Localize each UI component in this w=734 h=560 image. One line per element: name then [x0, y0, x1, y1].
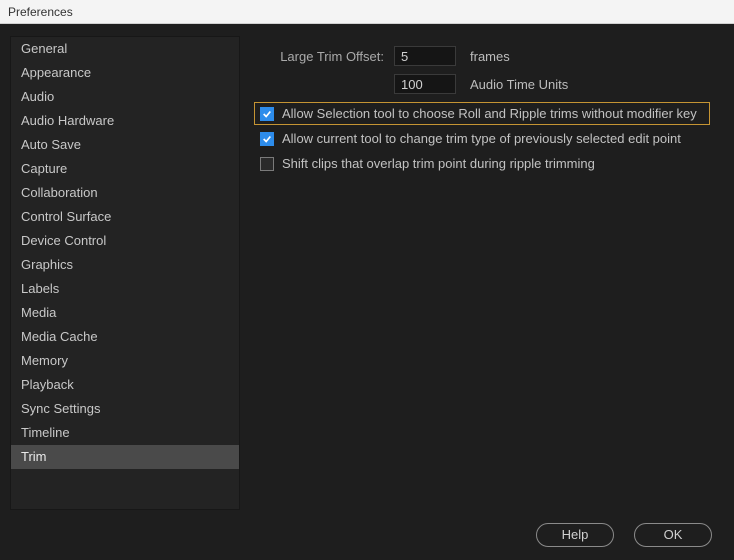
sidebar-item-label: Control Surface [21, 209, 111, 224]
sidebar-item-appearance[interactable]: Appearance [11, 61, 239, 85]
sidebar-item-label: Sync Settings [21, 401, 101, 416]
sidebar-item-label: Capture [21, 161, 67, 176]
large-trim-offset-row: Large Trim Offset: frames [254, 46, 710, 66]
content-area: General Appearance Audio Audio Hardware Auto… [0, 24, 734, 510]
option-checkbox-1[interactable] [260, 132, 274, 146]
sidebar-item-memory[interactable]: Memory [11, 349, 239, 373]
audio-time-units-row: Audio Time Units [254, 74, 710, 94]
sidebar-item-label: Timeline [21, 425, 70, 440]
sidebar-item-label: Appearance [21, 65, 91, 80]
preferences-sidebar: General Appearance Audio Audio Hardware Auto… [10, 36, 240, 510]
sidebar-item-media-cache[interactable]: Media Cache [11, 325, 239, 349]
sidebar-item-playback[interactable]: Playback [11, 373, 239, 397]
sidebar-item-device-control[interactable]: Device Control [11, 229, 239, 253]
sidebar-item-control-surface[interactable]: Control Surface [11, 205, 239, 229]
audio-time-units-input[interactable] [394, 74, 456, 94]
sidebar-item-timeline[interactable]: Timeline [11, 421, 239, 445]
dialog-footer: Help OK [0, 510, 734, 560]
sidebar-item-label: Audio [21, 89, 54, 104]
sidebar-item-label: Media Cache [21, 329, 98, 344]
help-button[interactable]: Help [536, 523, 614, 547]
sidebar-item-trim[interactable]: Trim [11, 445, 239, 469]
option-row-1: Allow current tool to change trim type o… [254, 127, 710, 150]
sidebar-item-label: Collaboration [21, 185, 98, 200]
window-titlebar: Preferences [0, 0, 734, 24]
sidebar-item-auto-save[interactable]: Auto Save [11, 133, 239, 157]
sidebar-item-label: Playback [21, 377, 74, 392]
sidebar-item-collaboration[interactable]: Collaboration [11, 181, 239, 205]
large-trim-offset-label: Large Trim Offset: [254, 49, 394, 64]
trim-options: Allow Selection tool to choose Roll and … [254, 102, 710, 175]
sidebar-item-labels[interactable]: Labels [11, 277, 239, 301]
sidebar-item-media[interactable]: Media [11, 301, 239, 325]
sidebar-item-audio-hardware[interactable]: Audio Hardware [11, 109, 239, 133]
sidebar-item-sync-settings[interactable]: Sync Settings [11, 397, 239, 421]
sidebar-item-label: Graphics [21, 257, 73, 272]
audio-time-units-label: Audio Time Units [470, 77, 568, 92]
sidebar-item-label: General [21, 41, 67, 56]
option-checkbox-0[interactable] [260, 107, 274, 121]
sidebar-item-audio[interactable]: Audio [11, 85, 239, 109]
option-label-0[interactable]: Allow Selection tool to choose Roll and … [282, 106, 697, 121]
sidebar-item-general[interactable]: General [11, 37, 239, 61]
sidebar-item-graphics[interactable]: Graphics [11, 253, 239, 277]
sidebar-item-label: Trim [21, 449, 47, 464]
sidebar-item-label: Device Control [21, 233, 106, 248]
main-panel: Large Trim Offset: frames Audio Time Uni… [240, 36, 724, 510]
frames-input[interactable] [394, 46, 456, 66]
option-label-2[interactable]: Shift clips that overlap trim point duri… [282, 156, 595, 171]
option-label-1[interactable]: Allow current tool to change trim type o… [282, 131, 681, 146]
frames-unit-label: frames [470, 49, 510, 64]
sidebar-item-label: Memory [21, 353, 68, 368]
option-row-2: Shift clips that overlap trim point duri… [254, 152, 710, 175]
sidebar-item-label: Auto Save [21, 137, 81, 152]
option-row-0: Allow Selection tool to choose Roll and … [254, 102, 710, 125]
option-checkbox-2[interactable] [260, 157, 274, 171]
sidebar-item-capture[interactable]: Capture [11, 157, 239, 181]
sidebar-item-label: Media [21, 305, 56, 320]
ok-button[interactable]: OK [634, 523, 712, 547]
window-title: Preferences [8, 5, 73, 19]
sidebar-item-label: Audio Hardware [21, 113, 114, 128]
sidebar-item-label: Labels [21, 281, 59, 296]
